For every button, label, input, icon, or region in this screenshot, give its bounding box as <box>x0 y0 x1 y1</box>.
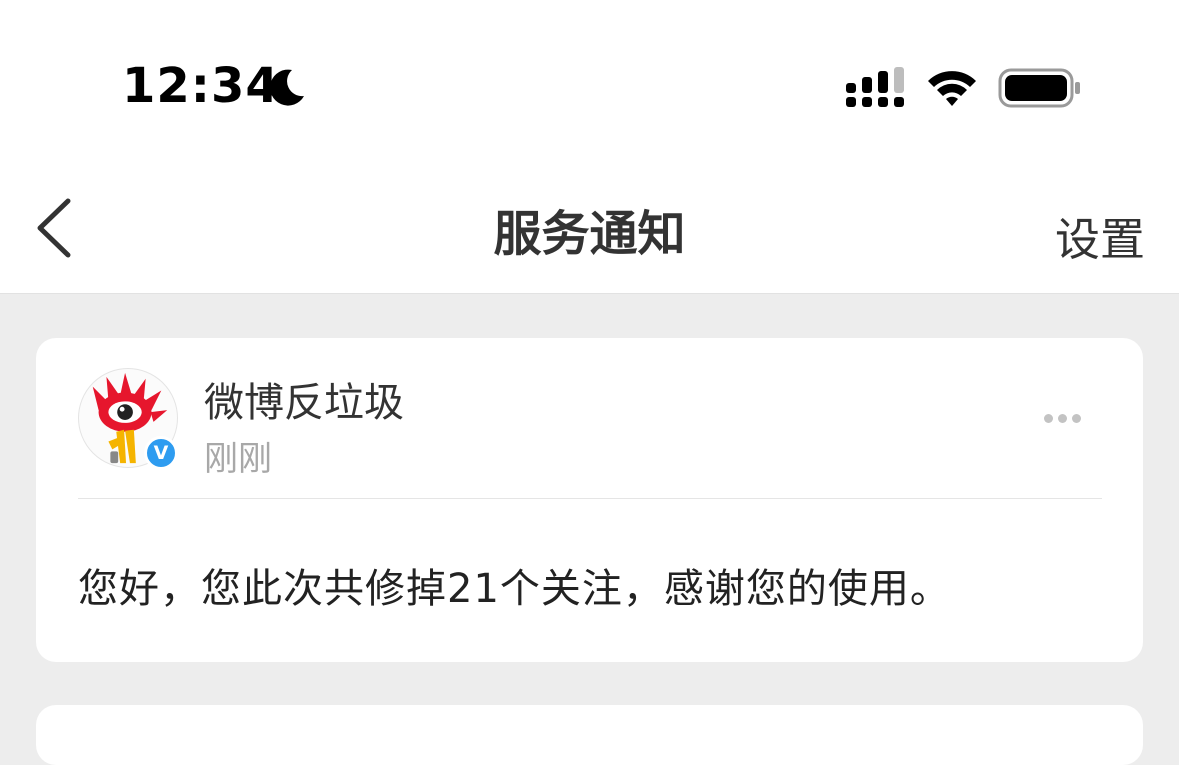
more-horizontal-icon[interactable] <box>1044 402 1106 436</box>
notification-time: 刚刚 <box>204 439 272 479</box>
moon-icon <box>270 69 304 106</box>
sender-name[interactable]: 微博反垃圾 <box>204 370 404 428</box>
nav-bar: 服务通知 设置 <box>0 150 1179 294</box>
status-time: 12:34 <box>122 58 280 114</box>
notification-message: 您好，您此次共修掉21个关注，感谢您的使用。 <box>78 566 951 612</box>
notification-card: V 微博反垃圾 刚刚 您好，您此次共修掉21个关注，感谢您的使用。 <box>36 338 1143 662</box>
cellular-signal-icon <box>846 67 904 107</box>
wifi-icon <box>928 71 976 106</box>
notification-card-next <box>36 705 1143 765</box>
status-bar: 12:34 <box>0 0 1179 150</box>
settings-button[interactable]: 设置 <box>1055 203 1145 268</box>
verified-badge-icon: V <box>144 436 178 470</box>
page-title: 服务通知 <box>493 206 686 262</box>
divider <box>78 498 1102 499</box>
battery-icon <box>998 68 1080 108</box>
